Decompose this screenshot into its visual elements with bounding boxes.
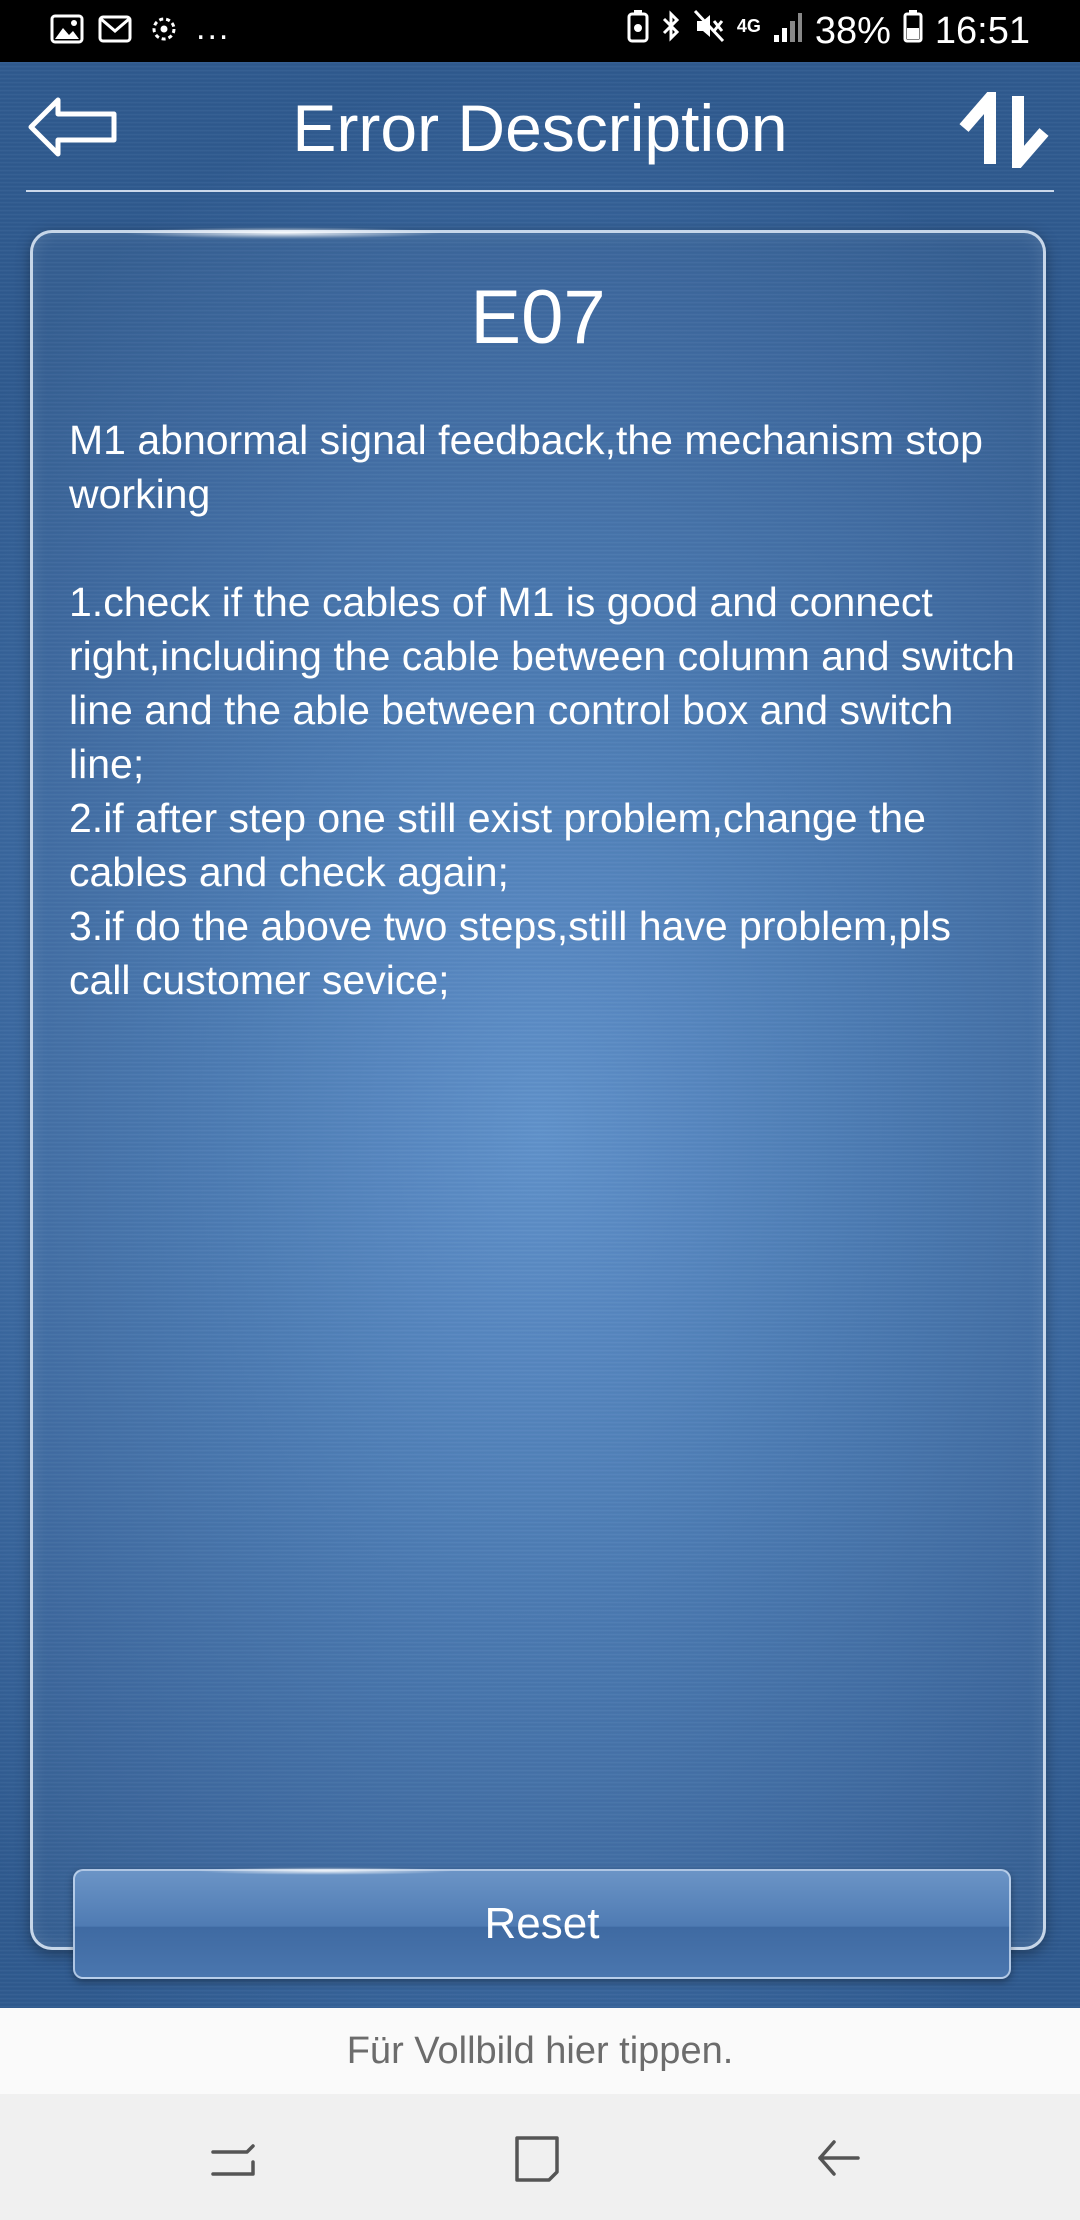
- more-notifications-indicator: ...: [196, 9, 231, 47]
- status-right-icons: 4G 38% 16:51: [627, 10, 1030, 52]
- page-title: Error Description: [292, 91, 788, 165]
- reset-button-highlight: [195, 1867, 455, 1875]
- clock: 16:51: [934, 9, 1030, 52]
- status-left-icons: ...: [50, 9, 231, 50]
- gallery-icon: [50, 14, 84, 49]
- recent-apps-button[interactable]: [203, 2128, 263, 2188]
- reset-button-label: Reset: [484, 1899, 600, 1948]
- nav-back-button[interactable]: [808, 2128, 868, 2188]
- switch-arrows-icon: [959, 81, 1049, 179]
- home-button[interactable]: [507, 2128, 567, 2188]
- signal-icon: [773, 10, 803, 53]
- error-code: E07: [470, 275, 606, 360]
- home-icon: [515, 2136, 559, 2182]
- network-type-label: 4G: [736, 16, 761, 36]
- reset-button[interactable]: Reset: [73, 1867, 1011, 1979]
- battery-percent: 38%: [814, 9, 891, 52]
- switch-button[interactable]: [956, 81, 1052, 179]
- status-bar: ... 4G 38% 16:51: [0, 0, 1080, 62]
- battery-icon: [903, 9, 923, 53]
- app-screen: Error Description E07 M1 abnormal signal…: [0, 62, 1080, 2008]
- recent-apps-icon: [211, 2144, 255, 2176]
- header: Error Description: [0, 62, 1080, 192]
- battery-saver-icon: [627, 9, 649, 53]
- back-icon: [818, 2140, 860, 2176]
- error-description: M1 abnormal signal feedback,the mechanis…: [69, 417, 1015, 1003]
- mute-icon: [693, 9, 725, 53]
- header-divider: [26, 190, 1054, 192]
- card-highlight: [123, 227, 443, 239]
- fullscreen-hint[interactable]: Für Vollbild hier tippen.: [0, 2008, 1080, 2094]
- bluetooth-icon: [661, 9, 681, 53]
- mail-icon: [98, 15, 132, 48]
- error-card: E07 M1 abnormal signal feedback,the mech…: [30, 227, 1046, 1979]
- smart-stay-icon: [146, 14, 182, 49]
- navigation-bar: [0, 2094, 1080, 2220]
